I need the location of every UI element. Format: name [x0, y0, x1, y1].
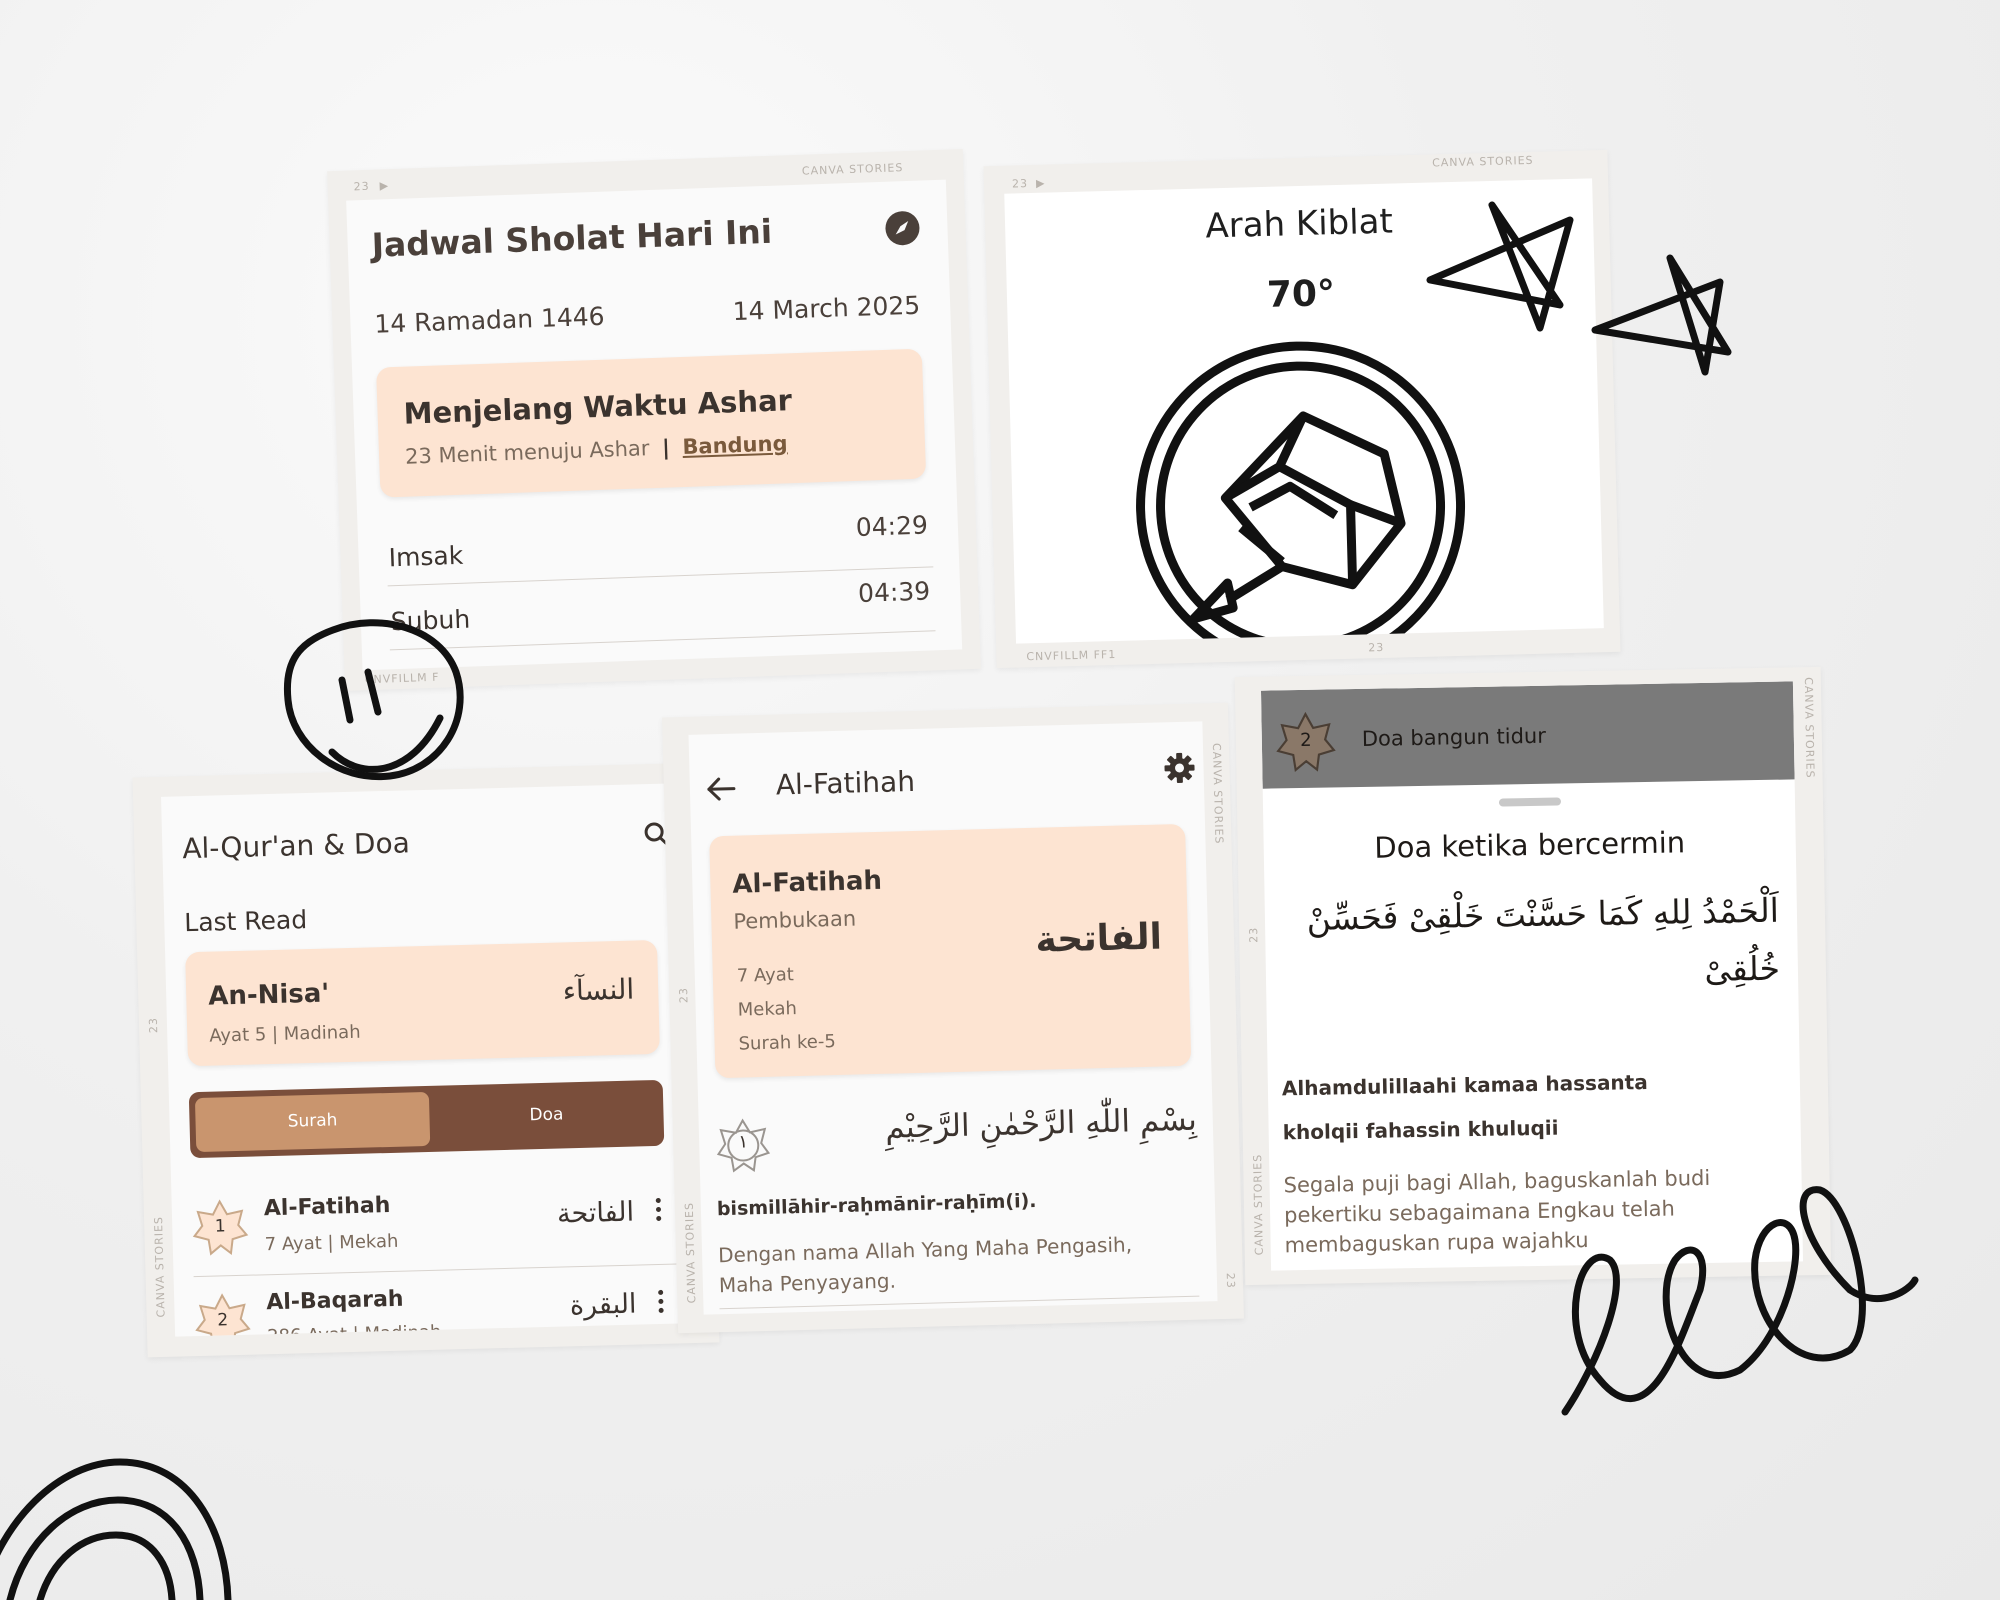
- star-doodle-icon: [1426, 201, 1574, 332]
- smiley-doodle-icon: [283, 619, 464, 781]
- doodle-overlay: [0, 201, 1919, 1600]
- squiggle-doodle-icon: [1561, 1186, 1919, 1416]
- star-doodle-icon: [1591, 254, 1732, 376]
- rainbow-doodle-icon: [0, 1458, 232, 1600]
- collage-stage: 23 ▶ CANVA STORIES CNVFILLM F Jadwal Sho…: [0, 0, 2000, 1600]
